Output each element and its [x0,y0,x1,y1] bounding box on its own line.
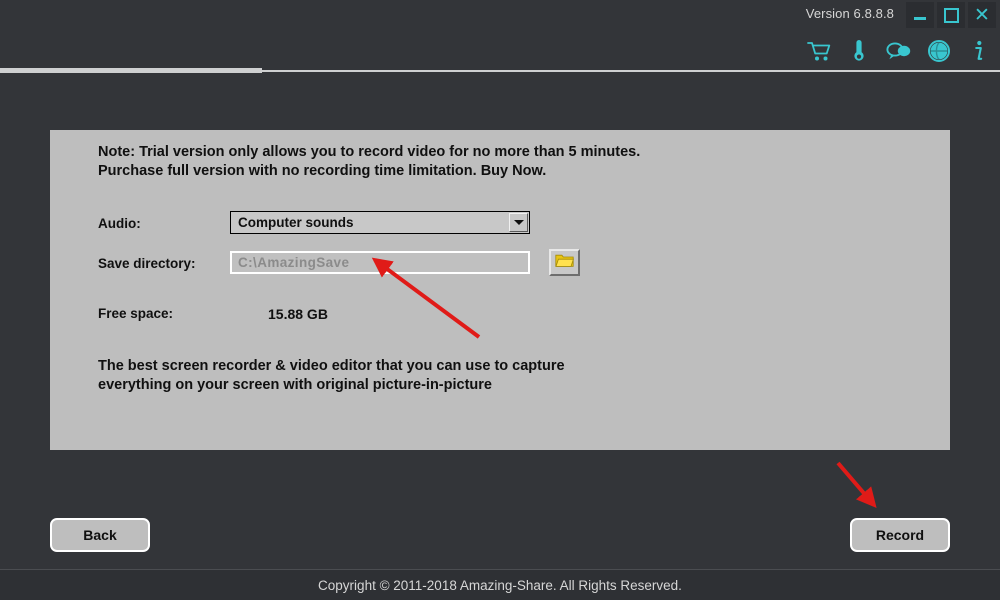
feedback-icon[interactable] [886,38,912,64]
app-window: Version 6.8.8.8 ✕ Note: Trial version on… [0,0,1000,600]
audio-label: Audio: [98,216,141,231]
free-space-value: 15.88 GB [268,306,328,322]
settings-panel: Note: Trial version only allows you to r… [50,130,950,450]
maximize-button[interactable] [937,2,965,28]
cart-icon[interactable] [806,38,832,64]
save-directory-placeholder: C:\AmazingSave [238,255,350,270]
version-label: Version 6.8.8.8 [805,6,894,21]
product-tagline-line-1: The best screen recorder & video editor … [98,358,565,374]
toolbar [806,36,992,66]
globe-icon[interactable] [926,38,952,64]
info-icon[interactable] [966,38,992,64]
close-button[interactable]: ✕ [968,2,996,28]
minimize-button[interactable] [906,2,934,28]
folder-icon [555,253,574,273]
record-button[interactable]: Record [850,518,950,552]
free-space-label: Free space: [98,306,174,321]
arrow-to-record-button [836,461,877,509]
key-icon[interactable] [846,38,872,64]
back-button[interactable]: Back [50,518,150,552]
audio-select[interactable]: Computer sounds [230,211,530,234]
browse-folder-button[interactable] [549,249,580,276]
save-directory-input[interactable]: C:\AmazingSave [230,251,530,274]
trial-note: Note: Trial version only allows you to r… [98,143,640,181]
header-divider [262,70,1000,72]
header-divider-active [0,68,262,73]
title-bar: Version 6.8.8.8 ✕ [0,0,1000,30]
save-directory-label: Save directory: [98,256,196,271]
copyright-text: Copyright © 2011-2018 Amazing-Share. All… [318,577,682,593]
trial-note-line-1: Note: Trial version only allows you to r… [98,144,641,160]
chevron-down-icon[interactable] [509,213,528,232]
minimize-icon [914,17,926,20]
product-tagline-line-2: everything on your screen with original … [98,377,492,393]
footer: Copyright © 2011-2018 Amazing-Share. All… [0,570,1000,600]
close-icon: ✕ [974,3,990,26]
product-tagline: The best screen recorder & video editor … [98,357,565,395]
audio-select-value: Computer sounds [238,215,354,230]
trial-note-line-2: Purchase full version with no recording … [98,163,547,179]
maximize-icon [943,7,959,23]
